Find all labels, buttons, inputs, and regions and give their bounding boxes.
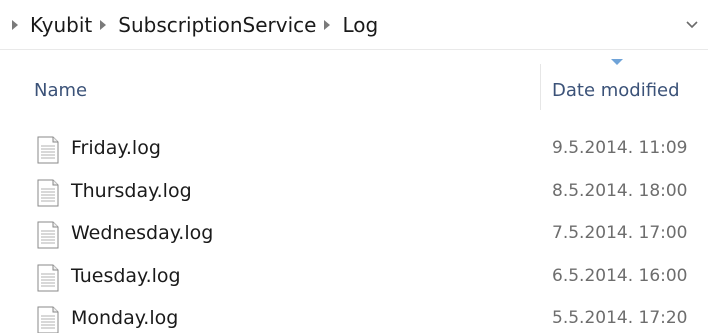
file-row[interactable]: Tuesday.log 6.5.2014. 16:00 [0,260,708,303]
explorer-window: Kyubit SubscriptionService Log Name Date… [0,0,708,333]
file-name: Tuesday.log [71,264,181,287]
file-row[interactable]: Thursday.log 8.5.2014. 18:00 [0,175,708,218]
file-name: Wednesday.log [71,222,214,244]
text-file-icon [37,136,59,164]
column-headers: Name Date modified [0,50,708,132]
file-name: Friday.log [71,137,161,159]
file-name: Thursday.log [71,179,192,202]
file-date-modified: 5.5.2014. 17:20 [552,308,688,328]
text-file-icon [37,306,59,333]
file-name: Monday.log [71,307,179,329]
file-date-modified: 8.5.2014. 18:00 [552,180,688,201]
breadcrumb-separator-icon[interactable] [324,19,331,30]
file-row[interactable]: Friday.log 9.5.2014. 11:09 [0,132,708,175]
breadcrumb-item-log[interactable]: Log [342,0,382,50]
column-header-name[interactable]: Name [34,80,87,101]
file-row[interactable]: Monday.log 5.5.2014. 17:20 [0,302,708,333]
address-dropdown-button[interactable] [682,15,702,35]
breadcrumb-separator-icon[interactable] [100,19,107,30]
address-bar[interactable]: Kyubit SubscriptionService Log [0,0,708,50]
breadcrumb: Kyubit SubscriptionService Log [0,0,382,49]
text-file-icon [37,179,59,206]
breadcrumb-separator-icon[interactable] [12,19,18,30]
file-row[interactable]: Wednesday.log 7.5.2014. 17:00 [0,217,708,260]
file-date-modified: 7.5.2014. 17:00 [552,223,688,243]
file-list: Friday.log 9.5.2014. 11:09 Thursday.log … [0,132,708,333]
chevron-down-icon [686,21,698,29]
file-date-modified: 6.5.2014. 16:00 [552,265,688,286]
text-file-icon [37,221,59,249]
file-date-modified: 9.5.2014. 11:09 [552,138,688,158]
text-file-icon [37,264,59,291]
sort-descending-icon [611,59,623,65]
breadcrumb-item-kyubit[interactable]: Kyubit [30,0,96,50]
breadcrumb-item-subscriptionservice[interactable]: SubscriptionService [118,0,320,50]
column-header-date-modified[interactable]: Date modified [552,80,680,101]
column-divider[interactable] [540,64,541,110]
